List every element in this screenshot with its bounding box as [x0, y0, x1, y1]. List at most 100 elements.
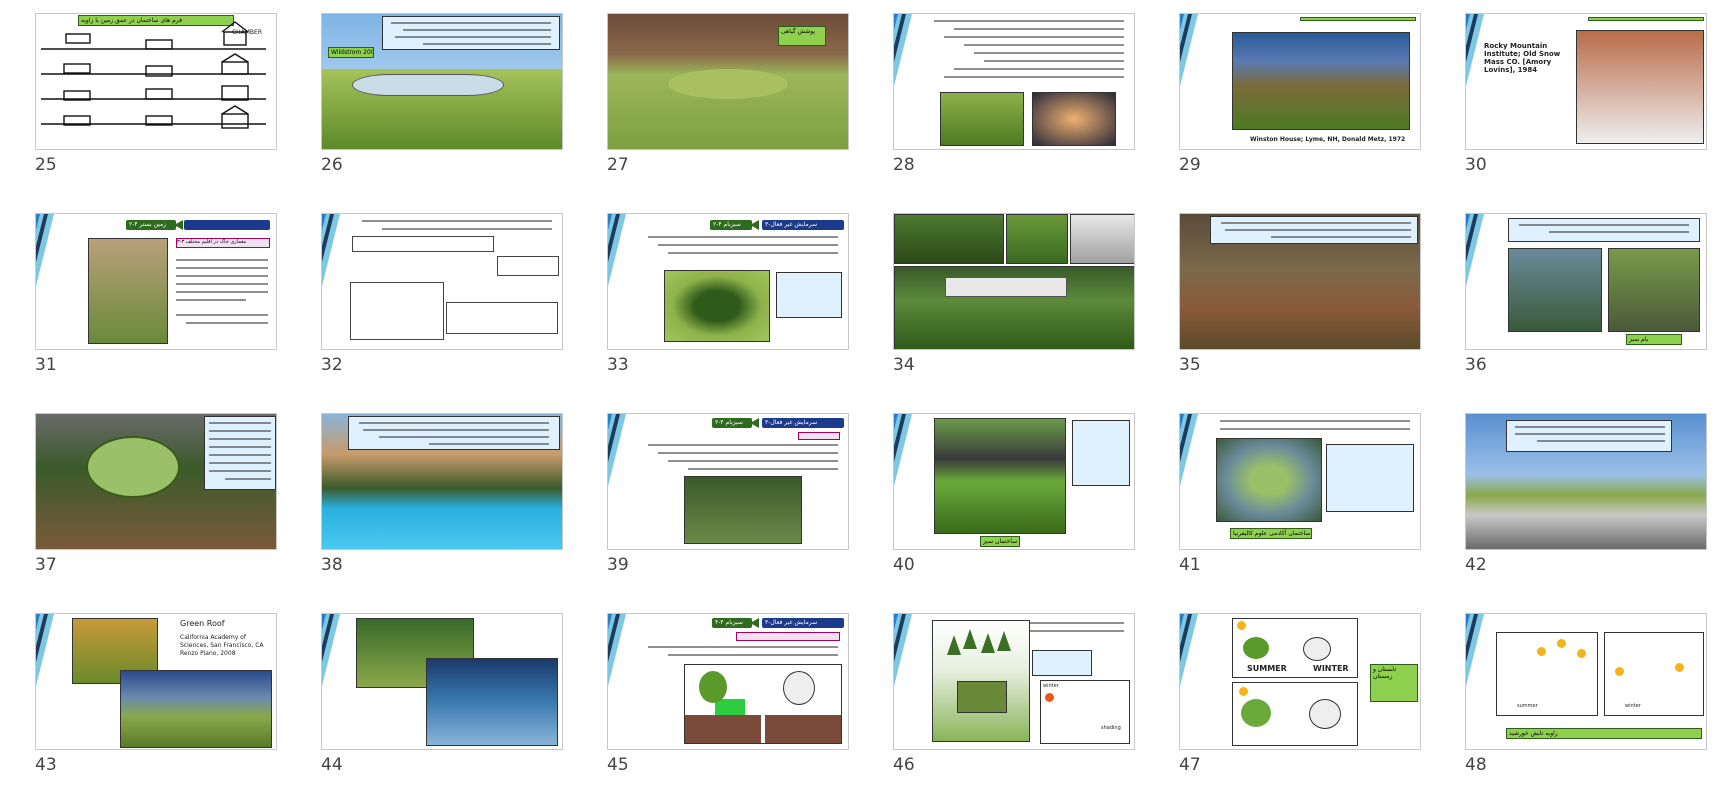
- slide-thumbnail-47[interactable]: SUMMER WINTER تابستان و زمستان: [1179, 613, 1421, 750]
- building-diagram: [41, 21, 266, 129]
- slide-cell[interactable]: بام سبز 36: [1465, 213, 1707, 403]
- slide-thumbnail-48[interactable]: summer winter زاویه تابش خورشید: [1465, 613, 1707, 750]
- slide-thumbnail-43[interactable]: Green Roof California Academy of Science…: [35, 613, 277, 750]
- photo: [1508, 248, 1602, 332]
- slide-cell[interactable]: Rocky Mountain Institute; Old Snow Mass …: [1465, 13, 1707, 203]
- slide-thumbnail-30[interactable]: Rocky Mountain Institute; Old Snow Mass …: [1465, 13, 1707, 150]
- slide-thumbnail-29[interactable]: Winston House; Lyme, NH, Donald Metz, 19…: [1179, 13, 1421, 150]
- photo: [1608, 248, 1700, 332]
- photo: [894, 266, 1134, 349]
- photo: [1006, 214, 1068, 264]
- slide-cell[interactable]: فرم های ساختمان در عمق زمین با زاویه CHA…: [35, 13, 277, 203]
- slide-thumbnail-39[interactable]: ۳-۴ سبزبام ۳-سرمایش غیر فعال: [607, 413, 849, 550]
- slide-thumbnail-45[interactable]: ۴-۴ سبزبام ۳-سرمایش غیر فعال: [607, 613, 849, 750]
- slide-number: 37: [35, 555, 57, 575]
- slide-cell[interactable]: ساختمان سبز 40: [893, 413, 1135, 603]
- slide-thumbnail-25[interactable]: فرم های ساختمان در عمق زمین با زاویه CHA…: [35, 13, 277, 150]
- slide-thumbnail-34[interactable]: [893, 213, 1135, 350]
- formula-box: [350, 282, 444, 340]
- slide-cell[interactable]: ۳-۴ سبزبام ۳-سرمایش غیر فعال 39: [607, 413, 849, 603]
- slide-number: 48: [1465, 755, 1487, 775]
- slide-number: 33: [607, 355, 629, 375]
- text-box: [1326, 444, 1414, 512]
- slide-cell[interactable]: ساختمان آکادمی علوم کالیفرنیا 41: [1179, 413, 1421, 603]
- formula-box: [497, 256, 559, 276]
- slide-number: 42: [1465, 555, 1487, 575]
- slide-thumbnail-26[interactable]: Wildstrom 2003: [321, 13, 563, 150]
- slide-thumbnail-40[interactable]: ساختمان سبز: [893, 413, 1135, 550]
- slide-label: Wildstrom 2003: [328, 47, 374, 58]
- slide-number: 44: [321, 755, 343, 775]
- slide-caption: ساختمان آکادمی علوم کالیفرنیا: [1230, 528, 1312, 539]
- slide-cell[interactable]: ۲-۴ زمین بستر ۳-۳ معماری خاک در اقلیم مخ…: [35, 213, 277, 403]
- slide-number: 34: [893, 355, 915, 375]
- text-box: [1506, 420, 1672, 452]
- slide-caption: Winston House; Lyme, NH, Donald Metz, 19…: [1250, 136, 1406, 143]
- photo: [88, 238, 168, 344]
- text-box: [382, 16, 560, 50]
- photo: [894, 214, 1004, 264]
- slide-cell[interactable]: ۲-۴ سبزبام ۳-سرمایش غیر فعال 33: [607, 213, 849, 403]
- slide-thumbnail-37[interactable]: [35, 413, 277, 550]
- slide-cell[interactable]: 44: [321, 613, 563, 803]
- slide-sorter-grid: فرم های ساختمان در عمق زمین با زاویه CHA…: [0, 0, 1735, 784]
- slide-number: 40: [893, 555, 915, 575]
- slide-number: 39: [607, 555, 629, 575]
- slide-cell[interactable]: ۴-۴ سبزبام ۳-سرمایش غیر فعال 45: [607, 613, 849, 803]
- formula-box: [352, 236, 494, 252]
- slide-thumbnail-35[interactable]: [1179, 213, 1421, 350]
- slide-title: [1300, 17, 1416, 21]
- slide-title: ۲-۴ زمین بستر: [126, 220, 176, 230]
- round-lawn: [86, 436, 180, 498]
- slide-thumbnail-32[interactable]: [321, 213, 563, 350]
- section-header: [184, 220, 270, 230]
- slide-number: 29: [1179, 155, 1201, 175]
- slide-cell[interactable]: 37: [35, 413, 277, 603]
- slide-caption: Renzo Piano, 2008: [180, 650, 236, 657]
- slide-number: 25: [35, 155, 57, 175]
- slide-cell[interactable]: SUMMER WINTER تابستان و زمستان 47: [1179, 613, 1421, 803]
- slide-thumbnail-27[interactable]: پوشش گیاهی: [607, 13, 849, 150]
- photo: [934, 418, 1066, 534]
- diagram-image: winter: [1604, 632, 1704, 716]
- slide-title: پوشش گیاهی: [778, 26, 826, 46]
- slide-cell[interactable]: Wildstrom 2003 26: [321, 13, 563, 203]
- diagram-label: winter: [1043, 683, 1059, 689]
- slide-cell[interactable]: 42: [1465, 413, 1707, 603]
- slide-thumbnail-33[interactable]: ۲-۴ سبزبام ۳-سرمایش غیر فعال: [607, 213, 849, 350]
- slide-cell[interactable]: 34: [893, 213, 1135, 403]
- text-box: [1210, 216, 1418, 244]
- slide-thumbnail-42[interactable]: [1465, 413, 1707, 550]
- diagram-image: summer: [1496, 632, 1598, 716]
- slide-thumbnail-28[interactable]: [893, 13, 1135, 150]
- photo: [1576, 30, 1704, 144]
- slide-cell[interactable]: 38: [321, 413, 563, 603]
- diagram-image: [684, 664, 842, 744]
- slide-thumbnail-46[interactable]: winter shading: [893, 613, 1135, 750]
- slide-thumbnail-38[interactable]: [321, 413, 563, 550]
- section-header: ۳-سرمایش غیر فعال: [762, 618, 844, 628]
- slide-thumbnail-36[interactable]: بام سبز: [1465, 213, 1707, 350]
- slide-cell[interactable]: Winston House; Lyme, NH, Donald Metz, 19…: [1179, 13, 1421, 203]
- slide-cell[interactable]: 28: [893, 13, 1135, 203]
- slide-caption: California Academy of Sciences, San Fran…: [180, 634, 264, 649]
- drawing: [932, 620, 1030, 742]
- sub-title: ۴-۴ سبزبام: [712, 618, 752, 628]
- slide-thumbnail-41[interactable]: ساختمان آکادمی علوم کالیفرنیا: [1179, 413, 1421, 550]
- slide-cell[interactable]: پوشش گیاهی 27: [607, 13, 849, 203]
- slide-cell[interactable]: 32: [321, 213, 563, 403]
- slide-cell[interactable]: Green Roof California Academy of Science…: [35, 613, 277, 803]
- diagram-label: WINTER: [1313, 664, 1349, 673]
- slide-thumbnail-31[interactable]: ۲-۴ زمین بستر ۳-۳ معماری خاک در اقلیم مخ…: [35, 213, 277, 350]
- diagram-image: winter shading: [1040, 680, 1130, 744]
- slide-cell[interactable]: summer winter زاویه تابش خورشید 48: [1465, 613, 1707, 803]
- sub-title: ۳-۴ سبزبام: [712, 418, 752, 428]
- slide-caption: ساختمان سبز: [980, 536, 1020, 547]
- slide-thumbnail-44[interactable]: [321, 613, 563, 750]
- slide-cell[interactable]: winter shading 46: [893, 613, 1135, 803]
- section-header: ۳-سرمایش غیر فعال: [762, 220, 844, 230]
- text-box: [776, 272, 842, 318]
- slide-cell[interactable]: 35: [1179, 213, 1421, 403]
- slide-title: Green Roof: [180, 619, 225, 628]
- slide-number: 43: [35, 755, 57, 775]
